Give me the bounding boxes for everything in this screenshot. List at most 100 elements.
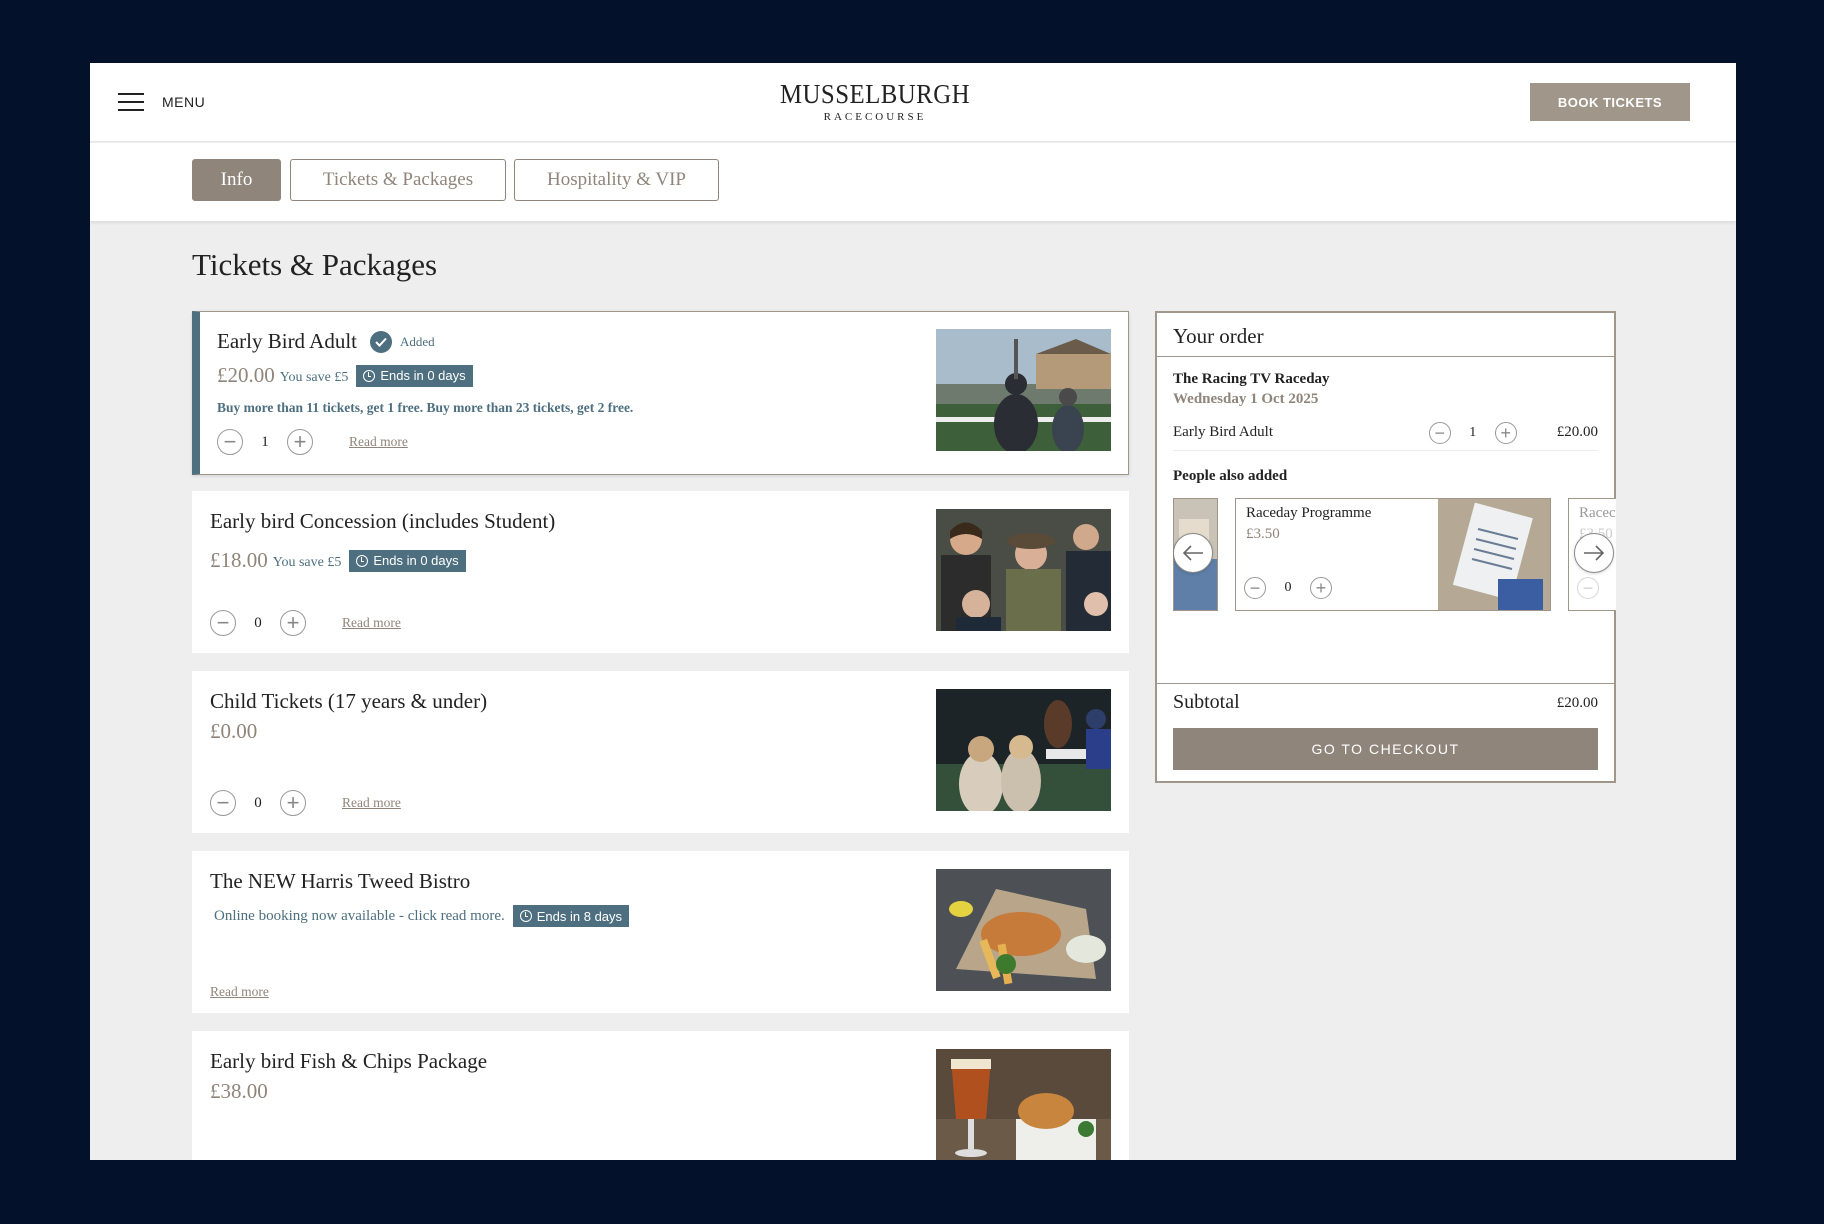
order-line-item: Early Bird Adult − 1 + £20.00: [1173, 415, 1598, 451]
tab-hospitality-vip[interactable]: Hospitality & VIP: [514, 159, 719, 201]
quantity-value: 0: [254, 614, 262, 631]
product-card-fish-chips-package: Early bird Fish & Chips Package £38.00: [192, 1031, 1129, 1160]
online-booking-row: Online booking now available - click rea…: [214, 905, 630, 927]
order-quantity-stepper: − 1 +: [1428, 421, 1517, 444]
ends-badge: Ends in 0 days: [356, 364, 473, 387]
suggestion-quantity-stepper: − 0 +: [1244, 577, 1332, 599]
suggestion-card-raceday-programme[interactable]: Raceday Programme £3.50 − 0 +: [1235, 498, 1551, 611]
product-image: [936, 869, 1111, 991]
people-also-added-title: People also added: [1173, 468, 1288, 484]
suggestion-quantity-stepper: −: [1577, 577, 1599, 599]
product-price: £18.00: [210, 548, 268, 572]
hamburger-icon: [118, 93, 144, 111]
plus-icon-button[interactable]: +: [1310, 577, 1332, 599]
product-price: £20.00: [217, 363, 275, 387]
product-name: Early bird Concession (includes Student): [210, 509, 556, 533]
read-more-link[interactable]: Read more: [210, 984, 269, 1000]
product-card-harris-tweed-bistro: The NEW Harris Tweed Bistro Online booki…: [192, 851, 1129, 1013]
ends-text: Ends in 0 days: [373, 553, 459, 568]
price-row: £38.00: [210, 1079, 268, 1104]
book-tickets-button[interactable]: BOOK TICKETS: [1530, 83, 1690, 121]
quantity-value: 0: [254, 794, 262, 811]
minus-icon-button[interactable]: −: [210, 790, 236, 816]
suggestion-carousel: Raceday Programme £3.50 − 0 + Racec £3.5…: [1173, 498, 1616, 613]
event-date: Wednesday 1 Oct 2025: [1173, 391, 1319, 407]
read-more-link[interactable]: Read more: [342, 795, 401, 811]
tab-tickets-packages[interactable]: Tickets & Packages: [290, 159, 506, 201]
read-more-link[interactable]: Read more: [342, 615, 401, 631]
product-card-early-bird-adult: Early Bird Adult Added £20.00 You save £…: [192, 311, 1129, 475]
minus-icon-button[interactable]: −: [1428, 421, 1451, 444]
arrow-right-icon[interactable]: [1574, 533, 1614, 573]
added-label: Added: [400, 333, 435, 349]
ends-badge: Ends in 8 days: [512, 905, 630, 927]
product-image: [936, 689, 1111, 811]
quantity-stepper: − 1 + Read more: [217, 429, 408, 455]
minus-icon-button[interactable]: −: [217, 429, 243, 455]
go-to-checkout-button[interactable]: GO TO CHECKOUT: [1173, 728, 1598, 770]
minus-icon-button[interactable]: −: [1577, 577, 1599, 599]
plus-icon-button[interactable]: +: [1494, 421, 1517, 444]
plus-icon-button[interactable]: +: [287, 429, 313, 455]
site-logo[interactable]: MUSSELBURGH RACECOURSE: [760, 79, 990, 124]
product-name: Early bird Fish & Chips Package: [210, 1049, 488, 1073]
promo-text: Buy more than 11 tickets, get 1 free. Bu…: [217, 400, 634, 415]
suggestion-image: [1438, 499, 1550, 610]
ends-badge: Ends in 0 days: [349, 549, 466, 572]
suggestion-name: Racec: [1579, 505, 1616, 521]
product-image: [936, 509, 1111, 631]
quantity-stepper: − 0 + Read more: [210, 790, 401, 816]
order-item-name: Early Bird Adult: [1173, 424, 1273, 440]
suggestion-quantity: 0: [1284, 580, 1292, 595]
ends-text: Ends in 8 days: [536, 908, 623, 924]
save-text: You save £5: [272, 554, 342, 570]
plus-icon-button[interactable]: +: [280, 790, 306, 816]
order-item-quantity: 1: [1469, 424, 1477, 440]
site-header: MENU MUSSELBURGH RACECOURSE BOOK TICKETS: [90, 63, 1736, 142]
product-name: The NEW Harris Tweed Bistro: [210, 869, 471, 893]
product-name-row: Early Bird Adult Added: [217, 329, 435, 354]
menu-label: MENU: [162, 94, 206, 110]
plus-icon-button[interactable]: +: [280, 610, 306, 636]
clock-icon: [356, 554, 369, 567]
event-name: The Racing TV Raceday: [1173, 371, 1330, 387]
product-image: [936, 1049, 1111, 1160]
logo-main-text: MUSSELBURGH: [779, 79, 971, 109]
page-title: Tickets & Packages: [192, 247, 438, 282]
product-price: £38.00: [210, 1079, 268, 1103]
quantity-value: 1: [261, 433, 269, 450]
read-more-link[interactable]: Read more: [349, 434, 408, 450]
product-card-child-tickets: Child Tickets (17 years & under) £0.00 −…: [192, 671, 1129, 833]
subtotal-label: Subtotal: [1173, 691, 1240, 713]
ends-text: Ends in 0 days: [380, 368, 466, 383]
minus-icon-button[interactable]: −: [210, 610, 236, 636]
arrow-left-icon[interactable]: [1173, 533, 1213, 573]
product-price: £0.00: [210, 719, 258, 743]
order-footer: Subtotal £20.00 GO TO CHECKOUT: [1157, 683, 1614, 770]
order-item-price: £20.00: [1556, 424, 1598, 440]
suggestion-name: Raceday Programme: [1246, 505, 1372, 521]
tab-info[interactable]: Info: [192, 159, 281, 201]
menu-button[interactable]: MENU: [118, 89, 205, 115]
logo-sub-text: RACECOURSE: [823, 111, 927, 123]
clock-icon: [519, 910, 532, 922]
price-row: £18.00 You save £5 Ends in 0 days: [210, 548, 466, 573]
product-card-concession: Early bird Concession (includes Student)…: [192, 491, 1129, 653]
price-row: £0.00: [210, 719, 257, 744]
clock-icon: [363, 369, 376, 382]
product-name: Early Bird Adult: [217, 329, 357, 353]
page-frame: MENU MUSSELBURGH RACECOURSE BOOK TICKETS…: [90, 63, 1736, 1160]
minus-icon-button[interactable]: −: [1244, 577, 1266, 599]
save-text: You save £5: [279, 369, 349, 385]
price-row: £20.00 You save £5 Ends in 0 days: [217, 363, 473, 388]
quantity-stepper: − 0 + Read more: [210, 610, 401, 636]
check-icon: [370, 330, 392, 353]
subtotal-value: £20.00: [1556, 695, 1598, 711]
tab-bar: Info Tickets & Packages Hospitality & VI…: [90, 143, 1736, 221]
suggestion-price: £3.50: [1246, 526, 1280, 542]
product-image: [936, 329, 1111, 451]
order-panel: Your order The Racing TV Raceday Wednesd…: [1155, 311, 1616, 783]
product-name: Child Tickets (17 years & under): [210, 689, 488, 713]
order-title: Your order: [1157, 313, 1614, 357]
online-booking-text: Online booking now available - click rea…: [214, 907, 505, 924]
